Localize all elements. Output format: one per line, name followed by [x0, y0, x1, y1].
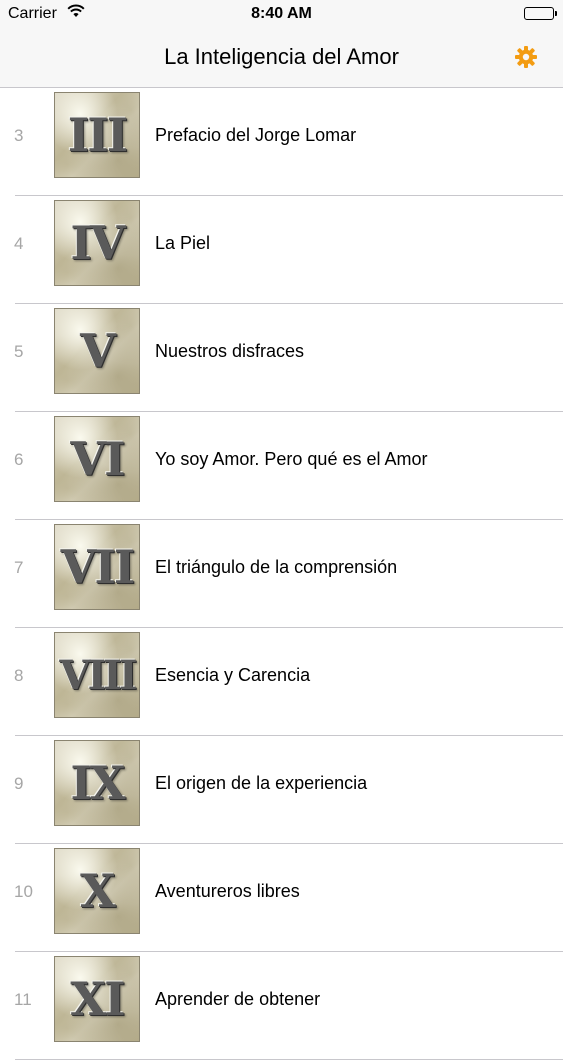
list-item[interactable]: 9 IX El origen de la experiencia — [0, 736, 563, 844]
list-item[interactable]: 7 VII El triángulo de la comprensión — [0, 520, 563, 628]
list-item[interactable]: 3 III Prefacio del Jorge Lomar — [0, 88, 563, 196]
chapter-title: Prefacio del Jorge Lomar — [155, 125, 357, 145]
roman-numeral: III — [67, 108, 129, 162]
roman-numeral: VIII — [59, 651, 137, 699]
roman-numeral: XI — [70, 972, 125, 1026]
roman-numeral: V — [80, 324, 116, 378]
page-title: La Inteligencia del Amor — [164, 44, 399, 69]
chapter-title: Esencia y Carencia — [155, 665, 311, 685]
chapter-thumbnail: VIII — [54, 632, 140, 718]
chapter-thumbnail: VII — [54, 524, 140, 610]
settings-button[interactable] — [511, 42, 541, 72]
list-item[interactable]: 8 VIII Esencia y Carencia — [0, 628, 563, 736]
list-item[interactable]: 4 IV La Piel — [0, 196, 563, 304]
list-item[interactable]: 10 X Aventureros libres — [0, 844, 563, 952]
list-item[interactable]: 5 V Nuestros disfraces — [0, 304, 563, 412]
chapter-number: 7 — [14, 558, 24, 577]
chapter-thumbnail: V — [54, 308, 140, 394]
chapter-number: 3 — [14, 126, 24, 145]
list-item[interactable]: 6 VI Yo soy Amor. Pero qué es el Amor — [0, 412, 563, 520]
list-item[interactable]: 11 XI Aprender de obtener — [0, 952, 563, 1060]
chapter-title: Nuestros disfraces — [155, 341, 305, 361]
chapter-number: 10 — [14, 882, 33, 901]
status-bar: Carrier 8:40 AM — [0, 0, 563, 30]
chapter-title: El origen de la experiencia — [155, 773, 368, 793]
roman-numeral: IV — [70, 216, 125, 270]
roman-numeral: VI — [70, 432, 125, 486]
navigation-bar: La Inteligencia del Amor — [0, 30, 563, 88]
chapter-title: Aventureros libres — [155, 881, 300, 901]
chapter-thumbnail: VI — [54, 416, 140, 502]
chapter-title: El triángulo de la comprensión — [155, 557, 398, 577]
chapter-title: Yo soy Amor. Pero qué es el Amor — [155, 449, 428, 469]
chapter-thumbnail: XI — [54, 956, 140, 1042]
roman-numeral: X — [80, 864, 116, 918]
chapter-thumbnail: IV — [54, 200, 140, 286]
chapter-thumbnail: IX — [54, 740, 140, 826]
battery-icon — [524, 7, 557, 20]
chapter-number: 5 — [14, 342, 24, 361]
chapter-number: 4 — [14, 234, 24, 253]
gear-icon — [515, 46, 537, 68]
chapter-thumbnail: III — [54, 92, 140, 178]
chapter-list: 3 III Prefacio del Jorge Lomar 4 IV La P… — [0, 88, 563, 1060]
chapter-number: 9 — [14, 774, 24, 793]
roman-numeral: VII — [60, 540, 136, 594]
chapter-number: 8 — [14, 666, 24, 685]
chapter-title: La Piel — [155, 233, 211, 253]
roman-numeral: IX — [70, 756, 125, 810]
chapter-number: 6 — [14, 450, 24, 469]
clock: 8:40 AM — [251, 5, 312, 22]
chapter-thumbnail: X — [54, 848, 140, 934]
